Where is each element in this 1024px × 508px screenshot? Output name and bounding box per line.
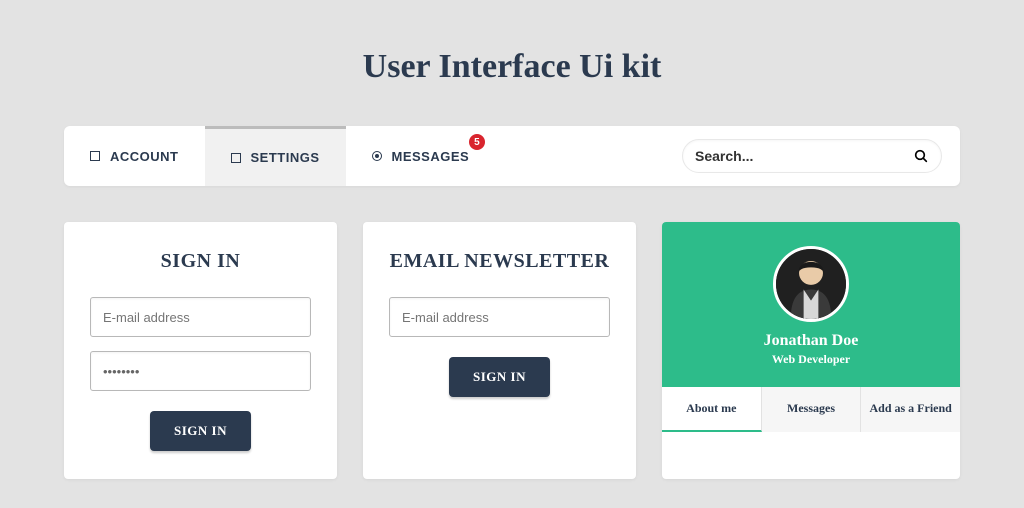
profile-tab-about[interactable]: About me [662,387,762,432]
avatar [773,246,849,322]
signin-email-input[interactable] [90,297,311,337]
cards-row: SIGN IN SIGN IN EMAIL NEWSLETTER SIGN IN… [64,222,960,479]
tab-account[interactable]: ACCOUNT [64,126,205,186]
search-icon[interactable] [913,148,929,164]
profile-tab-addfriend[interactable]: Add as a Friend [861,387,960,432]
square-icon [90,151,100,161]
signin-card: SIGN IN SIGN IN [64,222,337,479]
tab-settings[interactable]: SETTINGS [205,126,346,186]
profile-name: Jonathan Doe [662,332,960,350]
profile-role: Web Developer [662,352,960,367]
signin-button[interactable]: SIGN IN [150,411,251,451]
search-input[interactable] [695,148,913,164]
tab-messages-label: MESSAGES [392,149,470,164]
tab-settings-label: SETTINGS [251,150,320,165]
tab-spacer [495,126,664,186]
search-box[interactable] [682,139,942,173]
messages-badge: 5 [469,134,485,150]
profile-tabs: About me Messages Add as a Friend [662,387,960,432]
profile-card: Jonathan Doe Web Developer About me Mess… [662,222,960,479]
page-title: User Interface Ui kit [0,0,1024,126]
tab-messages[interactable]: MESSAGES 5 [346,126,496,186]
newsletter-card: EMAIL NEWSLETTER SIGN IN [363,222,636,479]
newsletter-button[interactable]: SIGN IN [449,357,550,397]
newsletter-title: EMAIL NEWSLETTER [389,250,610,273]
search-wrap [664,126,960,186]
square-icon [231,153,241,163]
signin-title: SIGN IN [90,250,311,273]
tab-account-label: ACCOUNT [110,149,179,164]
newsletter-email-input[interactable] [389,297,610,337]
signin-password-input[interactable] [90,351,311,391]
profile-header: Jonathan Doe Web Developer [662,222,960,387]
tab-bar: ACCOUNT SETTINGS MESSAGES 5 [64,126,960,186]
radio-icon [372,151,382,161]
profile-tab-messages[interactable]: Messages [762,387,862,432]
